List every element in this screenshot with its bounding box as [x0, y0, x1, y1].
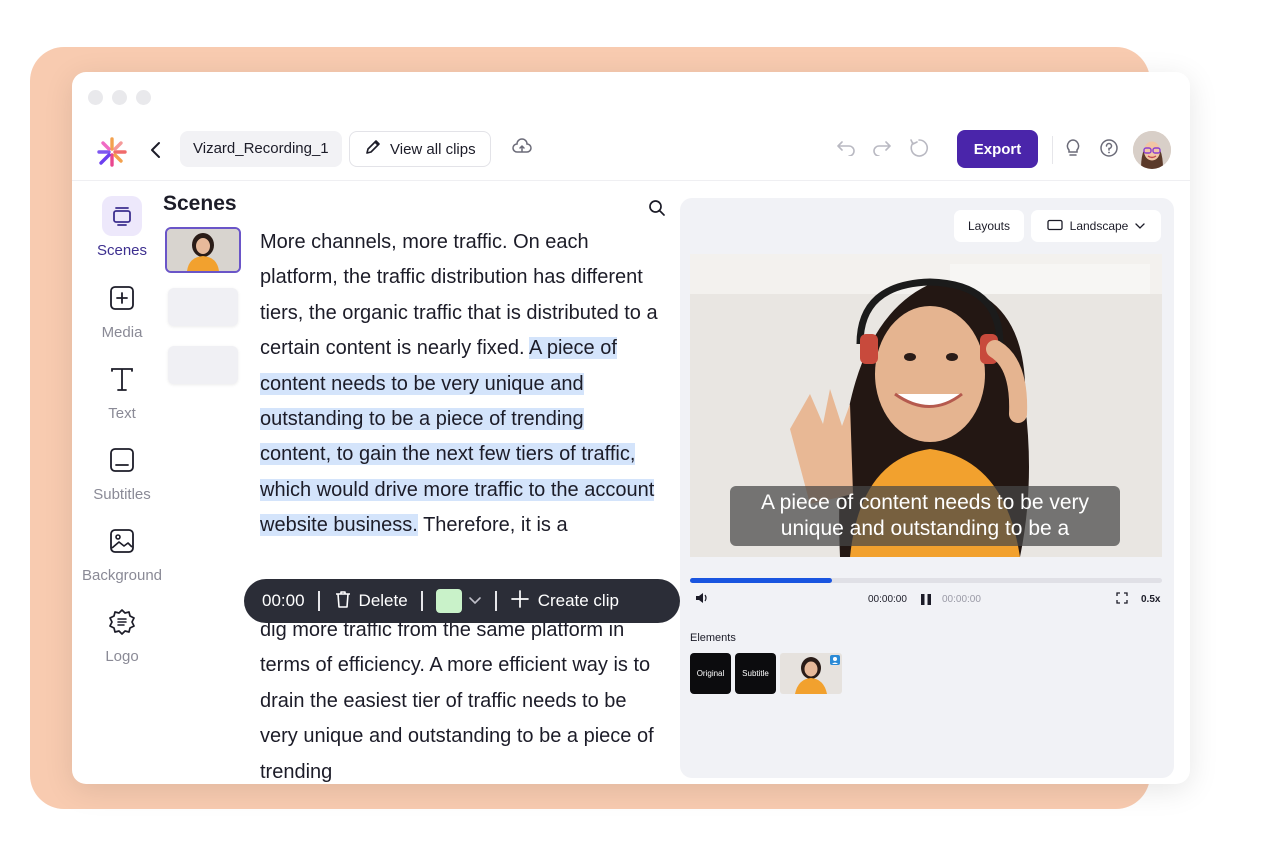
- element-original[interactable]: Original: [690, 653, 731, 694]
- scene-thumbnail-active[interactable]: [165, 227, 241, 273]
- toolbar-divider: [1052, 136, 1053, 164]
- sidebar-label-subtitles: Subtitles: [93, 486, 151, 503]
- user-avatar[interactable]: [1133, 131, 1171, 169]
- view-all-clips-label: View all clips: [390, 140, 476, 158]
- orientation-label: Landscape: [1069, 219, 1129, 233]
- scene-thumbnail-placeholder[interactable]: [168, 288, 238, 326]
- transcript-text[interactable]: More channels, more traffic. On each pla…: [260, 225, 660, 544]
- redo-icon[interactable]: [872, 138, 892, 161]
- layouts-button[interactable]: Layouts: [954, 210, 1024, 242]
- sidebar-label-text: Text: [108, 405, 136, 422]
- orientation-dropdown[interactable]: Landscape: [1031, 210, 1161, 242]
- sidebar-label-logo: Logo: [105, 648, 139, 665]
- pencil-icon: [364, 138, 382, 160]
- transcript-continuation[interactable]: dig more traffic from the same platform …: [260, 613, 660, 784]
- bar-divider: [494, 591, 497, 611]
- close-dot[interactable]: [88, 90, 103, 105]
- element-subtitle[interactable]: Subtitle: [735, 653, 776, 694]
- element-subtitle-label: Subtitle: [742, 669, 769, 678]
- back-chevron-icon[interactable]: [144, 138, 168, 162]
- help-icon[interactable]: [1099, 138, 1119, 163]
- export-button[interactable]: Export: [957, 130, 1038, 168]
- bar-divider: [420, 591, 423, 611]
- trash-icon: [333, 589, 353, 614]
- search-icon[interactable]: [648, 199, 666, 222]
- app-logo-icon: [96, 136, 128, 168]
- sidebar-item-scenes[interactable]: Scenes: [72, 196, 172, 259]
- layers-icon: [102, 196, 142, 236]
- playback-speed[interactable]: 0.5x: [1141, 594, 1160, 605]
- video-preview[interactable]: A piece of content needs to be very uniq…: [690, 254, 1162, 557]
- sidebar-item-media[interactable]: Media: [72, 278, 172, 341]
- create-clip-button[interactable]: Create clip: [510, 589, 619, 614]
- lightbulb-icon[interactable]: [1064, 138, 1082, 163]
- sidebar-item-background[interactable]: Background: [72, 521, 172, 584]
- maximize-dot[interactable]: [136, 90, 151, 105]
- sidebar-item-subtitles[interactable]: Subtitles: [72, 440, 172, 503]
- element-speaker-photo[interactable]: [780, 653, 842, 694]
- chevron-down-icon: [468, 591, 482, 611]
- plus-square-icon: [102, 278, 142, 318]
- clip-timestamp: 00:00: [262, 591, 305, 610]
- transcript-highlighted-text[interactable]: A piece of content needs to be very uniq…: [260, 337, 655, 537]
- preview-panel: Layouts Landscape A piece of content nee…: [680, 198, 1174, 778]
- badge-icon: [102, 602, 142, 642]
- undo-icon[interactable]: [836, 138, 856, 161]
- color-swatch: [435, 589, 462, 613]
- subtitles-icon: [102, 440, 142, 480]
- sidebar-item-text[interactable]: Text: [72, 359, 172, 422]
- progress-fill: [690, 578, 832, 583]
- file-name-field[interactable]: Vizard_Recording_1: [180, 131, 342, 167]
- bar-divider: [317, 591, 320, 611]
- plus-icon: [510, 589, 530, 614]
- create-clip-label: Create clip: [537, 591, 619, 610]
- sidebar-label-background: Background: [81, 567, 163, 584]
- landscape-icon: [1046, 219, 1063, 234]
- element-original-label: Original: [696, 669, 725, 678]
- clip-action-bar: 00:00 Delete Create clip: [244, 579, 680, 623]
- sidebar-label-media: Media: [101, 324, 143, 341]
- delete-button[interactable]: Delete: [333, 589, 408, 614]
- chevron-down-icon: [1135, 219, 1146, 233]
- cloud-upload-icon[interactable]: [512, 138, 532, 161]
- top-toolbar: Vizard_Recording_1 View all clips Export: [72, 130, 1190, 180]
- delete-label: Delete: [358, 591, 408, 610]
- view-all-clips-button[interactable]: View all clips: [349, 131, 491, 167]
- text-icon: [102, 359, 142, 399]
- app-window: Vizard_Recording_1 View all clips Export: [72, 72, 1190, 784]
- scene-thumbnail-placeholder[interactable]: [168, 346, 238, 384]
- video-subtitle-overlay: A piece of content needs to be very uniq…: [730, 486, 1120, 546]
- toolbar-separator: [72, 180, 1190, 181]
- transcript-plain-text: Therefore, it is a: [417, 514, 568, 537]
- sidebar-item-logo[interactable]: Logo: [72, 602, 172, 665]
- highlight-color-picker[interactable]: [435, 589, 482, 613]
- scenes-title: Scenes: [163, 192, 237, 215]
- window-controls: [88, 90, 151, 105]
- sidebar-label-scenes: Scenes: [96, 242, 148, 259]
- transcript-continuation-text: dig more traffic from the same platform …: [260, 619, 654, 783]
- minimize-dot[interactable]: [112, 90, 127, 105]
- pause-icon[interactable]: [920, 593, 932, 609]
- video-progress-bar[interactable]: [690, 578, 1162, 583]
- elements-label: Elements: [690, 632, 736, 644]
- image-icon: [102, 521, 142, 561]
- player-controls: 00:00:00 00:00:00 0.5x: [690, 590, 1162, 610]
- current-time: 00:00:00: [868, 594, 907, 605]
- reset-icon[interactable]: [909, 138, 929, 163]
- volume-icon[interactable]: [695, 592, 709, 607]
- fullscreen-icon[interactable]: [1116, 592, 1128, 607]
- end-time: 00:00:00: [942, 594, 981, 605]
